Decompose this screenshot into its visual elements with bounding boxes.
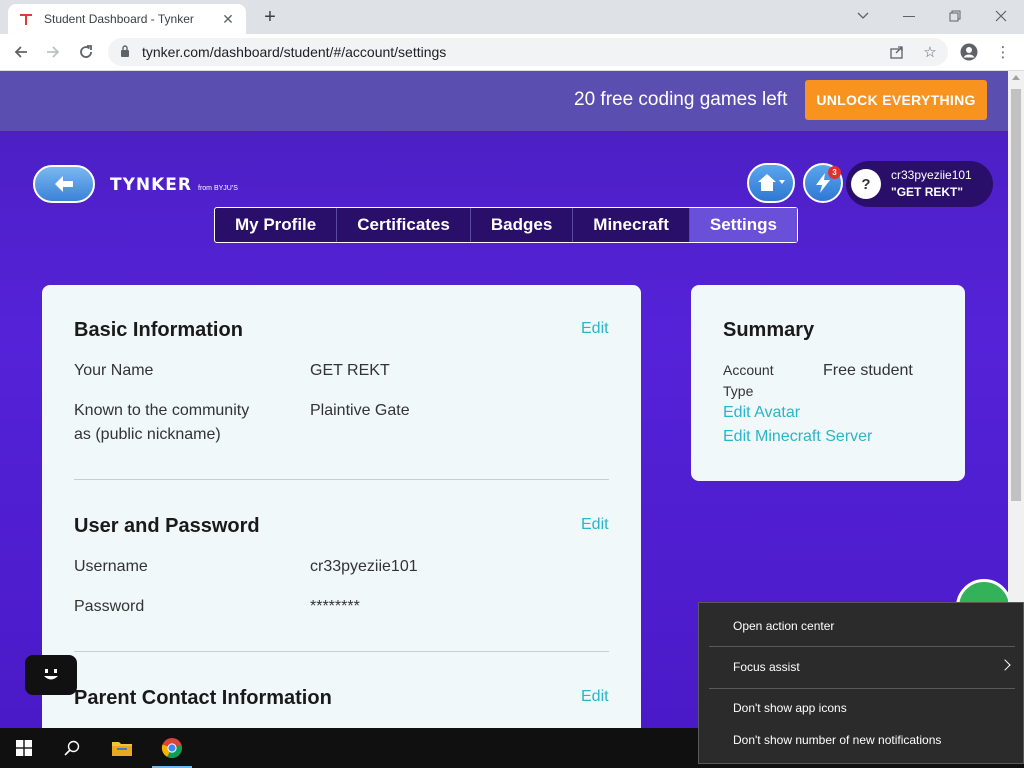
home-icon (758, 174, 785, 191)
menu-item-hide-notification-count[interactable]: Don't show number of new notifications (733, 733, 941, 747)
url-text: tynker.com/dashboard/student/#/account/s… (142, 44, 447, 60)
basic-information-title: Basic Information (74, 319, 243, 341)
close-window-button[interactable] (978, 4, 1024, 28)
lock-icon (120, 45, 132, 59)
tab-certificates[interactable]: Certificates (337, 208, 471, 242)
promo-text: 20 free coding games left (574, 89, 788, 110)
browser-tabbar: Student Dashboard - Tynker ✕ + (0, 0, 1024, 34)
chevron-right-icon (999, 659, 1011, 671)
menu-separator (709, 688, 1015, 689)
tab-search-icon[interactable] (840, 4, 886, 28)
password-field-value: ******** (310, 598, 360, 615)
browser-toolbar: tynker.com/dashboard/student/#/account/s… (0, 34, 1024, 71)
edit-basic-info-link[interactable]: Edit (581, 320, 609, 338)
promo-banner: 20 free coding games left UNLOCK EVERYTH… (0, 71, 1008, 131)
tab-settings[interactable]: Settings (689, 208, 797, 242)
username-field-label: Username (74, 558, 148, 575)
address-bar[interactable]: tynker.com/dashboard/student/#/account/s… (108, 38, 948, 66)
back-arrow-icon[interactable] (8, 39, 34, 65)
user-menu[interactable]: ? cr33pyeziie101 "GET REKT" (846, 161, 993, 207)
account-type-value: Free student (823, 362, 913, 379)
tab-close-icon[interactable]: ✕ (220, 11, 236, 28)
account-type-label-line1: Account (723, 362, 774, 378)
nickname-label-line1: Known to the community (74, 402, 250, 419)
home-button[interactable] (747, 163, 795, 203)
account-type-label-line2: Type (723, 383, 754, 399)
tab-my-profile[interactable]: My Profile (215, 208, 338, 242)
summary-title: Summary (723, 319, 815, 341)
edit-avatar-link[interactable]: Edit Avatar (723, 404, 800, 422)
new-tab-button[interactable]: + (258, 6, 282, 30)
username-field-value: cr33pyeziie101 (310, 558, 418, 575)
taskbar-context-menu: Open action center Focus assist Don't sh… (698, 602, 1024, 764)
tynker-logo[interactable]: TYNKER from BYJU'S (110, 175, 238, 195)
nickname-label-line2: as (public nickname) (74, 426, 221, 443)
search-icon[interactable] (48, 728, 96, 768)
edit-user-password-link[interactable]: Edit (581, 516, 609, 534)
chrome-taskbar-icon[interactable] (148, 728, 196, 768)
menu-item-hide-app-icons[interactable]: Don't show app icons (733, 701, 847, 715)
forward-arrow-icon[interactable] (40, 39, 66, 65)
username-label: cr33pyeziie101 (891, 168, 972, 182)
nickname-label: "GET REKT" (891, 185, 964, 199)
menu-item-open-action-center[interactable]: Open action center (733, 619, 834, 633)
tynker-favicon-icon (18, 11, 34, 27)
profile-icon[interactable] (960, 43, 978, 61)
logo-brand: TYNKER (110, 175, 193, 195)
password-field-label: Password (74, 598, 145, 615)
windows-start-icon[interactable] (0, 728, 48, 768)
your-name-label: Your Name (74, 362, 154, 379)
reload-icon[interactable] (73, 39, 99, 65)
minimize-button[interactable] (886, 4, 932, 28)
section-divider (74, 479, 609, 480)
scrollbar-thumb[interactable] (1011, 89, 1021, 501)
dashboard-nav: My Profile Certificates Badges Minecraft… (214, 207, 798, 243)
smiley-face-icon (44, 669, 58, 680)
account-settings-card: Basic Information Edit Your Name GET REK… (42, 285, 641, 728)
unlock-everything-button[interactable]: UNLOCK EVERYTHING (805, 80, 987, 120)
chat-bot-button[interactable] (25, 655, 77, 695)
back-button[interactable] (33, 165, 95, 203)
section-divider (74, 651, 609, 652)
avatar: ? (851, 169, 881, 199)
share-icon[interactable] (888, 43, 906, 61)
user-password-title: User and Password (74, 515, 260, 537)
browser-tab[interactable]: Student Dashboard - Tynker ✕ (8, 4, 246, 34)
menu-separator (709, 646, 1015, 647)
parent-contact-title: Parent Contact Information (74, 687, 332, 709)
logo-from: from BYJU'S (198, 185, 238, 192)
bookmark-star-icon[interactable]: ☆ (921, 43, 939, 61)
file-explorer-icon[interactable] (98, 728, 146, 768)
tab-title: Student Dashboard - Tynker (44, 12, 194, 26)
back-arrow-icon (55, 176, 73, 192)
tab-badges[interactable]: Badges (471, 208, 574, 242)
edit-parent-contact-link[interactable]: Edit (581, 688, 609, 706)
edit-minecraft-server-link[interactable]: Edit Minecraft Server (723, 428, 872, 446)
summary-card: Summary Account Type Free student Edit A… (691, 285, 965, 481)
your-name-value: GET REKT (310, 362, 390, 379)
notification-count-badge: 3 (828, 166, 841, 179)
nickname-value: Plaintive Gate (310, 402, 410, 419)
tab-minecraft[interactable]: Minecraft (573, 208, 690, 242)
chrome-menu-icon[interactable]: ⋮ (994, 43, 1012, 61)
menu-item-focus-assist[interactable]: Focus assist (733, 660, 800, 674)
scroll-up-arrow-icon[interactable] (1012, 75, 1020, 80)
restore-button[interactable] (932, 4, 978, 28)
